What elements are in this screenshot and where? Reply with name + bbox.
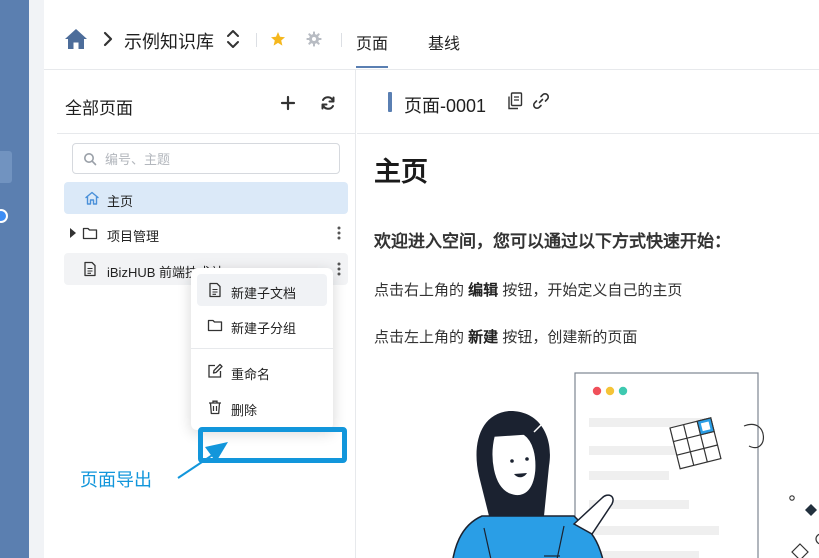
document-icon [84,261,96,277]
annotation-highlight-box [198,427,347,463]
instruction-text: 按钮，创建新的页面 [498,329,638,346]
header-divider [256,33,257,47]
page-title: 页面-0001 [404,96,487,116]
welcome-heading: 欢迎进入空间，您可以通过以下方式快速开始： [374,232,731,251]
active-tab-indicator [356,66,388,68]
tree-item-label: 项目管理 [107,229,160,244]
instruction-text: 按钮，开始定义自己的主页 [498,282,683,299]
link-icon[interactable] [532,92,550,110]
folder-icon [82,227,98,240]
plus-icon[interactable] [280,95,296,111]
tree-item-project-management[interactable]: 项目管理 [64,217,348,249]
gear-icon[interactable] [306,31,322,47]
side-strip-expand-button[interactable] [0,209,8,223]
home-icon[interactable] [64,28,88,50]
menu-item-label: 重命名 [231,367,271,382]
panel-divider [57,133,356,134]
instruction-keyword: 编辑 [468,282,499,299]
menu-item-label: 新建子文档 [231,286,297,301]
side-strip-tab[interactable] [0,151,12,183]
search-box [72,143,340,174]
edit-icon [208,363,223,378]
title-accent-bar [388,92,392,112]
star-icon[interactable] [270,31,286,47]
instruction-text: 点击右上角的 [374,282,469,299]
app-side-strip [0,0,29,558]
caret-right-icon[interactable] [70,228,76,238]
instruction-text: 点击左上角的 [374,329,469,346]
content-heading: 主页 [374,157,428,187]
panel-title: 全部页面 [65,99,133,118]
menu-item-delete[interactable]: 删除 [197,391,327,423]
menu-item-label: 删除 [231,403,258,418]
annotation-label: 页面导出 [80,470,152,490]
refresh-icon[interactable] [320,95,336,111]
search-icon [84,153,97,166]
menu-item-new-child-group[interactable]: 新建子分组 [197,309,327,341]
context-menu: 新建子文档 新建子分组 重命名 删除 [191,268,333,430]
chevron-right-icon [103,31,113,47]
search-input[interactable] [105,149,330,169]
main-area: 示例知识库 页面 基线 全部页面 编号、主题 主页 项目管理 iBizHUB 前… [44,6,819,558]
instruction-keyword: 新建 [468,329,499,346]
tree-item-home[interactable]: 主页 [64,182,348,214]
tree-item-label: 主页 [107,194,134,209]
header-bar: 示例知识库 页面 基线 [44,6,819,70]
tab-pages[interactable]: 页面 [356,30,388,54]
menu-item-label: 新建子分组 [231,321,297,336]
more-vertical-icon[interactable] [336,225,342,241]
folder-icon [207,319,223,332]
new-doc-icon [209,282,221,298]
content-divider [357,133,819,134]
trash-icon [209,400,221,415]
instruction-new: 点击左上角的 新建 按钮，创建新的页面 [374,326,637,347]
menu-divider [191,348,333,349]
menu-item-new-child-doc[interactable]: 新建子文档 [197,274,327,306]
home-icon [85,191,99,205]
side-gap [29,0,44,558]
header-divider [341,33,342,47]
chevron-updown-icon[interactable] [225,28,241,50]
knowledge-base-title[interactable]: 示例知识库 [124,28,214,54]
instruction-edit: 点击右上角的 编辑 按钮，开始定义自己的主页 [374,279,682,300]
more-vertical-icon[interactable] [336,261,342,277]
copy-icon[interactable] [507,92,523,110]
welcome-illustration [452,372,819,558]
menu-item-rename[interactable]: 重命名 [197,355,327,387]
tab-baseline[interactable]: 基线 [428,30,460,54]
